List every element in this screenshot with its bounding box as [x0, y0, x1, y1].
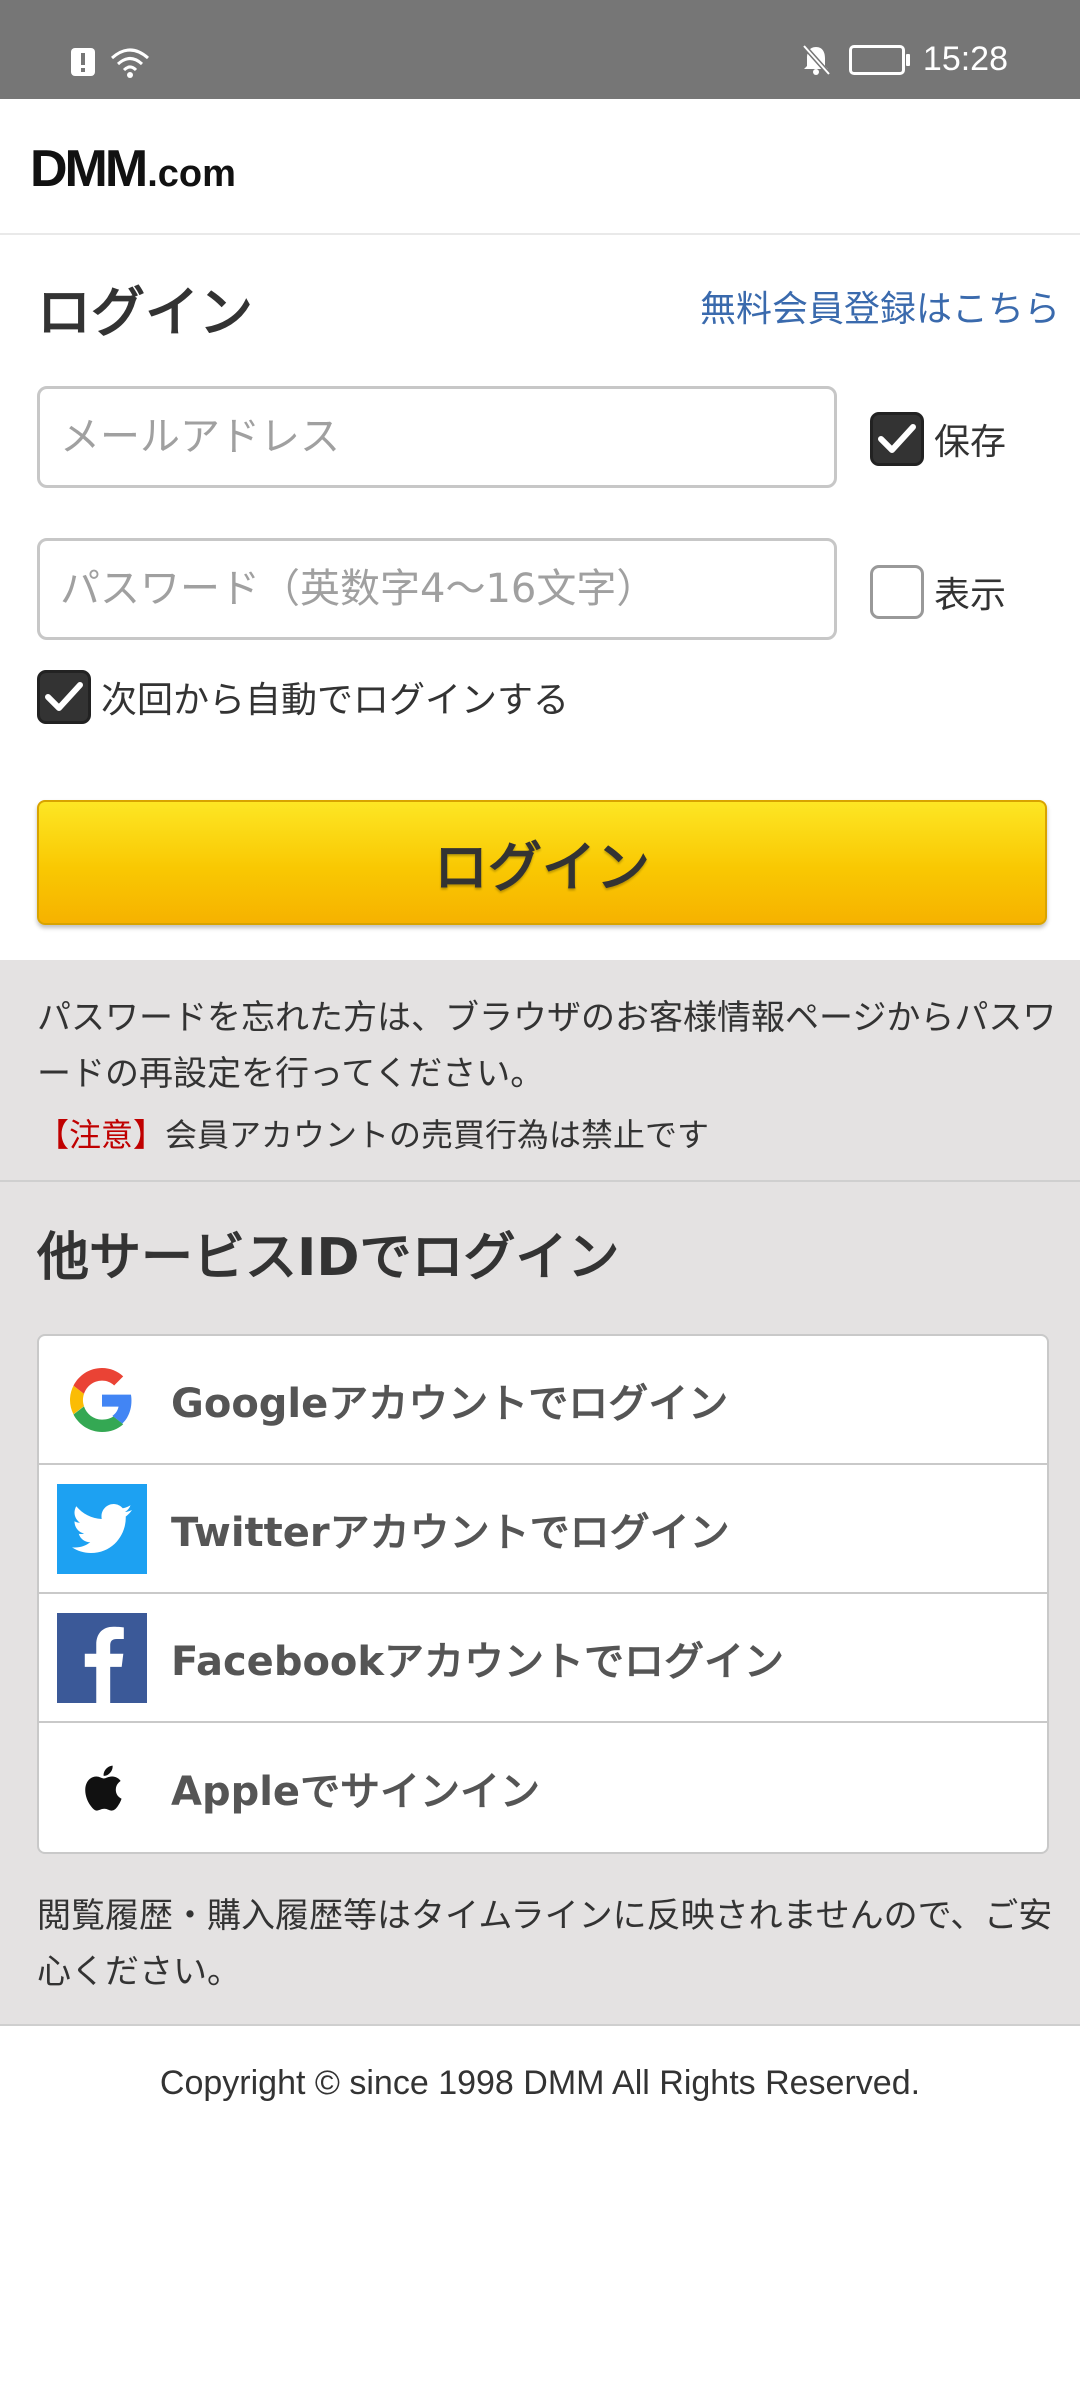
show-password-checkbox[interactable] [870, 565, 924, 619]
twitter-icon [57, 1483, 147, 1574]
logo-main: DMM [30, 140, 148, 198]
footer-divider [0, 2024, 1080, 2026]
twitter-login-label: Twitterアカウントでログイン [171, 1509, 730, 1556]
save-label: 保存 [934, 422, 1007, 463]
facebook-login-button[interactable]: Facebookアカウントでログイン [39, 1594, 1047, 1723]
copyright: Copyright © since 1998 DMM All Rights Re… [159, 2064, 921, 2102]
dmm-logo[interactable]: DMM .com [30, 139, 236, 199]
apple-icon [57, 1743, 147, 1833]
save-checkbox[interactable] [870, 412, 924, 466]
battery-icon [848, 44, 910, 75]
history-note: 閲覧履歴・購入履歴等はタイムラインに反映されませんので、ご安心ください。 [37, 1896, 1053, 1992]
twitter-login-button[interactable]: Twitterアカウントでログイン [39, 1465, 1047, 1594]
apple-login-button[interactable]: Appleでサインイン [39, 1723, 1047, 1852]
google-icon [57, 1355, 147, 1445]
facebook-icon [57, 1612, 147, 1703]
status-time: 15:28 [922, 40, 1008, 78]
login-title: ログイン [37, 281, 253, 344]
register-link[interactable]: 無料会員登録はこちら [700, 280, 1060, 332]
alert-notification-icon [71, 48, 95, 76]
wifi-icon [111, 48, 149, 78]
status-bar: 15:28 [0, 0, 1080, 99]
facebook-login-label: Facebookアカウントでログイン [171, 1638, 785, 1685]
status-right-icons: 15:28 [801, 40, 1008, 79]
mute-bell-icon [802, 43, 831, 76]
apple-login-label: Appleでサインイン [171, 1768, 541, 1815]
email-field[interactable] [37, 386, 837, 488]
google-login-label: Googleアカウントでログイン [171, 1380, 729, 1427]
google-login-button[interactable]: Googleアカウントでログイン [39, 1336, 1047, 1465]
check-icon [878, 424, 916, 453]
login-button[interactable]: ログイン [37, 800, 1047, 925]
save-checkbox-group[interactable]: 保存 [870, 412, 1006, 466]
status-left-icons [70, 46, 150, 78]
show-password-group[interactable]: 表示 [870, 565, 1006, 619]
password-notice: パスワードを忘れた方は、ブラウザのお客様情報ページからパスワードの再設定を行って… [37, 998, 1057, 1094]
other-services-title: 他サービスIDでログイン [37, 1228, 620, 1288]
auto-login-checkbox[interactable] [37, 670, 91, 724]
section-divider [0, 1180, 1080, 1182]
logo-suffix: .com [147, 153, 236, 195]
social-login-list: Googleアカウントでログイン Twitterアカウントでログイン Faceb… [37, 1334, 1049, 1854]
site-header: DMM .com [0, 99, 1080, 235]
auto-login-group[interactable]: 次回から自動でログインする [37, 670, 569, 724]
show-password-label: 表示 [934, 575, 1007, 616]
check-icon [45, 682, 83, 711]
caution-tag: 【注意】 [37, 1116, 166, 1154]
auto-login-label: 次回から自動でログインする [101, 680, 570, 721]
caution-notice: 【注意】会員アカウントの売買行為は禁止です [37, 1110, 709, 1156]
caution-text: 会員アカウントの売買行為は禁止です [165, 1116, 710, 1154]
password-field[interactable] [37, 538, 837, 640]
